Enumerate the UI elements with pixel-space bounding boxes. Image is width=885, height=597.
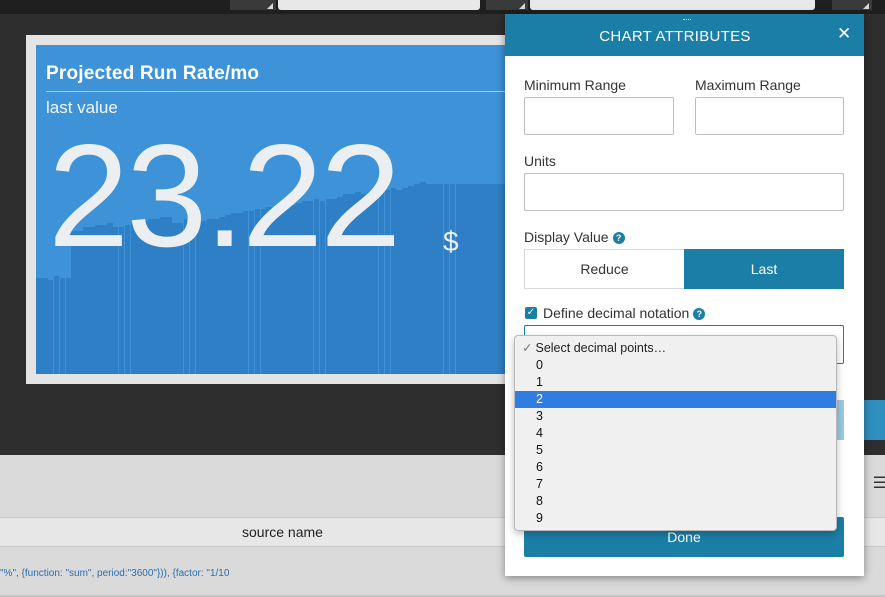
toolbar-resize-handle[interactable]: [832, 0, 872, 10]
min-range-label: Minimum Range: [524, 77, 626, 93]
display-last-button[interactable]: Last: [684, 249, 844, 289]
widget-title: Projected Run Rate/mo: [46, 63, 260, 84]
sparkline-bar: [59, 278, 66, 374]
dropdown-option[interactable]: 1: [515, 374, 836, 391]
sparkline-bar: [53, 276, 60, 374]
max-range-input[interactable]: [695, 97, 844, 135]
decimal-notation-checkbox[interactable]: ✓: [525, 307, 537, 319]
dropdown-option[interactable]: 5: [515, 442, 836, 459]
dropdown-option[interactable]: 9: [515, 510, 836, 527]
dropdown-option-highlighted[interactable]: 2: [515, 391, 836, 408]
sparkline-bar: [455, 184, 462, 374]
sparkline-bar: [36, 278, 42, 374]
sparkline-bar: [437, 184, 444, 374]
run-rate-widget[interactable]: Projected Run Rate/mo last value 23.22 $: [36, 45, 556, 374]
top-toolbar: [0, 0, 885, 14]
sparkline-bar: [485, 184, 491, 374]
units-label: Units: [524, 153, 556, 169]
decimal-points-dropdown: ✓ Select decimal points… 0 1 2 3 4 5 6 7 …: [514, 335, 837, 531]
toolbar-resize-handle[interactable]: [486, 0, 528, 10]
units-input[interactable]: [524, 173, 844, 211]
dropdown-option[interactable]: 4: [515, 425, 836, 442]
sparkline-bar: [402, 188, 408, 374]
sparkline-bar: [41, 278, 48, 374]
dialog-header[interactable]: CHART ATTRIBUTES ✕: [505, 14, 864, 56]
dropdown-option[interactable]: 0: [515, 357, 836, 374]
display-value-label-row: Display Value?: [524, 229, 625, 245]
dropdown-option[interactable]: 6: [515, 459, 836, 476]
sparkline-bar: [65, 278, 72, 374]
toolbar-resize-handle[interactable]: [230, 0, 276, 10]
sparkline-bar: [431, 184, 438, 374]
menu-icon[interactable]: ☰: [873, 473, 885, 493]
sparkline-bar: [449, 184, 456, 374]
widget-frame: Projected Run Rate/mo last value 23.22 $: [26, 35, 556, 384]
display-value-label: Display Value: [524, 229, 609, 245]
display-reduce-button[interactable]: Reduce: [524, 249, 684, 289]
decimal-label-row: Define decimal notation?: [543, 305, 706, 321]
placeholder-label: Select decimal points…: [535, 341, 667, 355]
help-icon[interactable]: ?: [612, 232, 625, 244]
sparkline-bar: [473, 184, 479, 374]
sparkline-bar: [461, 184, 468, 374]
dropdown-option[interactable]: 7: [515, 476, 836, 493]
dropdown-placeholder-option[interactable]: ✓ Select decimal points…: [515, 340, 836, 357]
checkmark-icon: ✓: [522, 341, 533, 355]
sparkline-bar: [479, 184, 485, 374]
toolbar-field[interactable]: [530, 0, 815, 10]
dropdown-option[interactable]: 8: [515, 493, 836, 510]
drag-grip-icon[interactable]: [683, 19, 691, 22]
widget-unit: $: [443, 226, 459, 257]
sparkline-bar: [491, 184, 497, 374]
widget-divider: [46, 91, 556, 92]
toolbar-field[interactable]: [278, 0, 480, 10]
min-range-input[interactable]: [524, 97, 674, 135]
sparkline-bar: [467, 184, 473, 374]
sparkline-bar: [426, 184, 432, 374]
help-icon[interactable]: ?: [693, 308, 706, 320]
dropdown-option[interactable]: 3: [515, 408, 836, 425]
sparkline-bar: [408, 186, 414, 374]
widget-value: 23.22: [48, 114, 401, 277]
max-range-label: Maximum Range: [695, 77, 801, 93]
sparkline-bar: [420, 182, 426, 374]
decimal-notation-label: Define decimal notation: [543, 305, 690, 321]
sparkline-bar: [414, 184, 420, 374]
column-header-source-name[interactable]: source name: [242, 524, 323, 540]
dialog-title: CHART ATTRIBUTES: [599, 28, 751, 45]
close-icon[interactable]: ✕: [837, 25, 851, 42]
query-text: "%", {function: "sum", period:"3600"})),…: [0, 568, 230, 579]
sparkline-bar: [496, 184, 503, 374]
sparkline-bar: [47, 280, 54, 374]
sparkline-bar: [443, 184, 450, 374]
